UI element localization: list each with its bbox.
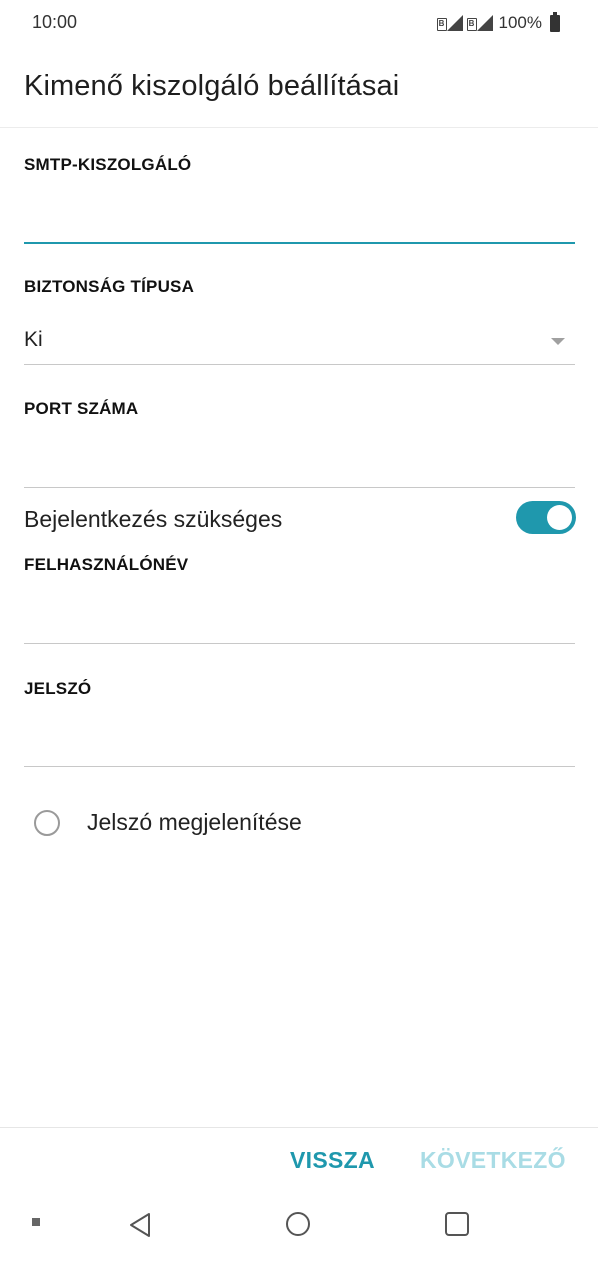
nav-indicator-dot xyxy=(32,1218,40,1226)
username-underline xyxy=(24,643,575,644)
status-time: 10:00 xyxy=(32,12,78,32)
battery-percent: 100% xyxy=(498,13,542,32)
square-recent-icon[interactable] xyxy=(445,1212,469,1236)
signal-icon-sim2: B xyxy=(466,15,493,31)
port-number-input[interactable] xyxy=(24,435,575,485)
title-divider xyxy=(0,127,598,128)
actions-divider xyxy=(0,1127,598,1128)
toggle-thumb xyxy=(547,505,572,530)
page-title: Kimenő kiszolgáló beállításai xyxy=(24,70,400,102)
username-input[interactable] xyxy=(24,590,575,642)
security-type-underline xyxy=(24,364,575,365)
password-underline xyxy=(24,766,575,767)
battery-icon xyxy=(550,11,560,32)
smtp-server-input[interactable] xyxy=(24,190,575,240)
smtp-server-label: SMTP-KISZOLGÁLÓ xyxy=(24,155,192,174)
login-required-toggle[interactable] xyxy=(516,501,576,534)
login-required-label: Bejelentkezés szükséges xyxy=(24,506,283,532)
security-type-value: Ki xyxy=(24,328,43,351)
password-input[interactable] xyxy=(24,714,575,764)
back-button[interactable]: VISSZA xyxy=(290,1147,375,1174)
next-button[interactable]: KÖVETKEZŐ xyxy=(420,1147,566,1174)
status-icons: B B 100% xyxy=(436,11,560,34)
signal-icon-sim1: B xyxy=(436,15,463,31)
port-number-label: PORT SZÁMA xyxy=(24,399,139,418)
circle-home-icon[interactable] xyxy=(286,1212,310,1236)
triangle-back-icon[interactable] xyxy=(128,1212,152,1243)
security-type-label: BIZTONSÁG TÍPUSA xyxy=(24,277,195,296)
password-label: JELSZÓ xyxy=(24,679,92,698)
dropdown-arrow-icon xyxy=(551,338,565,345)
port-number-underline xyxy=(24,487,575,488)
show-password-radio[interactable] xyxy=(34,810,60,836)
smtp-server-underline xyxy=(24,242,575,244)
security-type-select[interactable] xyxy=(24,318,575,364)
show-password-label[interactable]: Jelszó megjelenítése xyxy=(87,809,302,836)
username-label: FELHASZNÁLÓNÉV xyxy=(24,555,189,574)
